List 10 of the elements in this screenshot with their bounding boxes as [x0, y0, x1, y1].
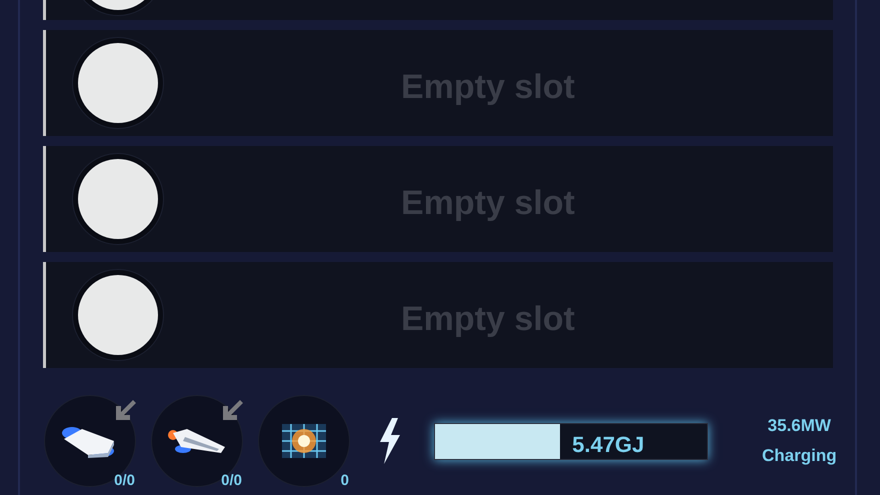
- module-button[interactable]: 0/0: [151, 395, 243, 487]
- module-button[interactable]: 0/0: [44, 395, 136, 487]
- charging-status: Charging: [762, 445, 837, 467]
- energy-value: 5.47GJ: [572, 430, 644, 458]
- module-button[interactable]: 0: [258, 395, 350, 487]
- burst-icon: [279, 421, 329, 461]
- arrow-icon: [113, 398, 137, 422]
- arrow-icon: [220, 398, 244, 422]
- power-rate: 35.6MW: [768, 415, 831, 437]
- lightning-icon: [378, 418, 402, 464]
